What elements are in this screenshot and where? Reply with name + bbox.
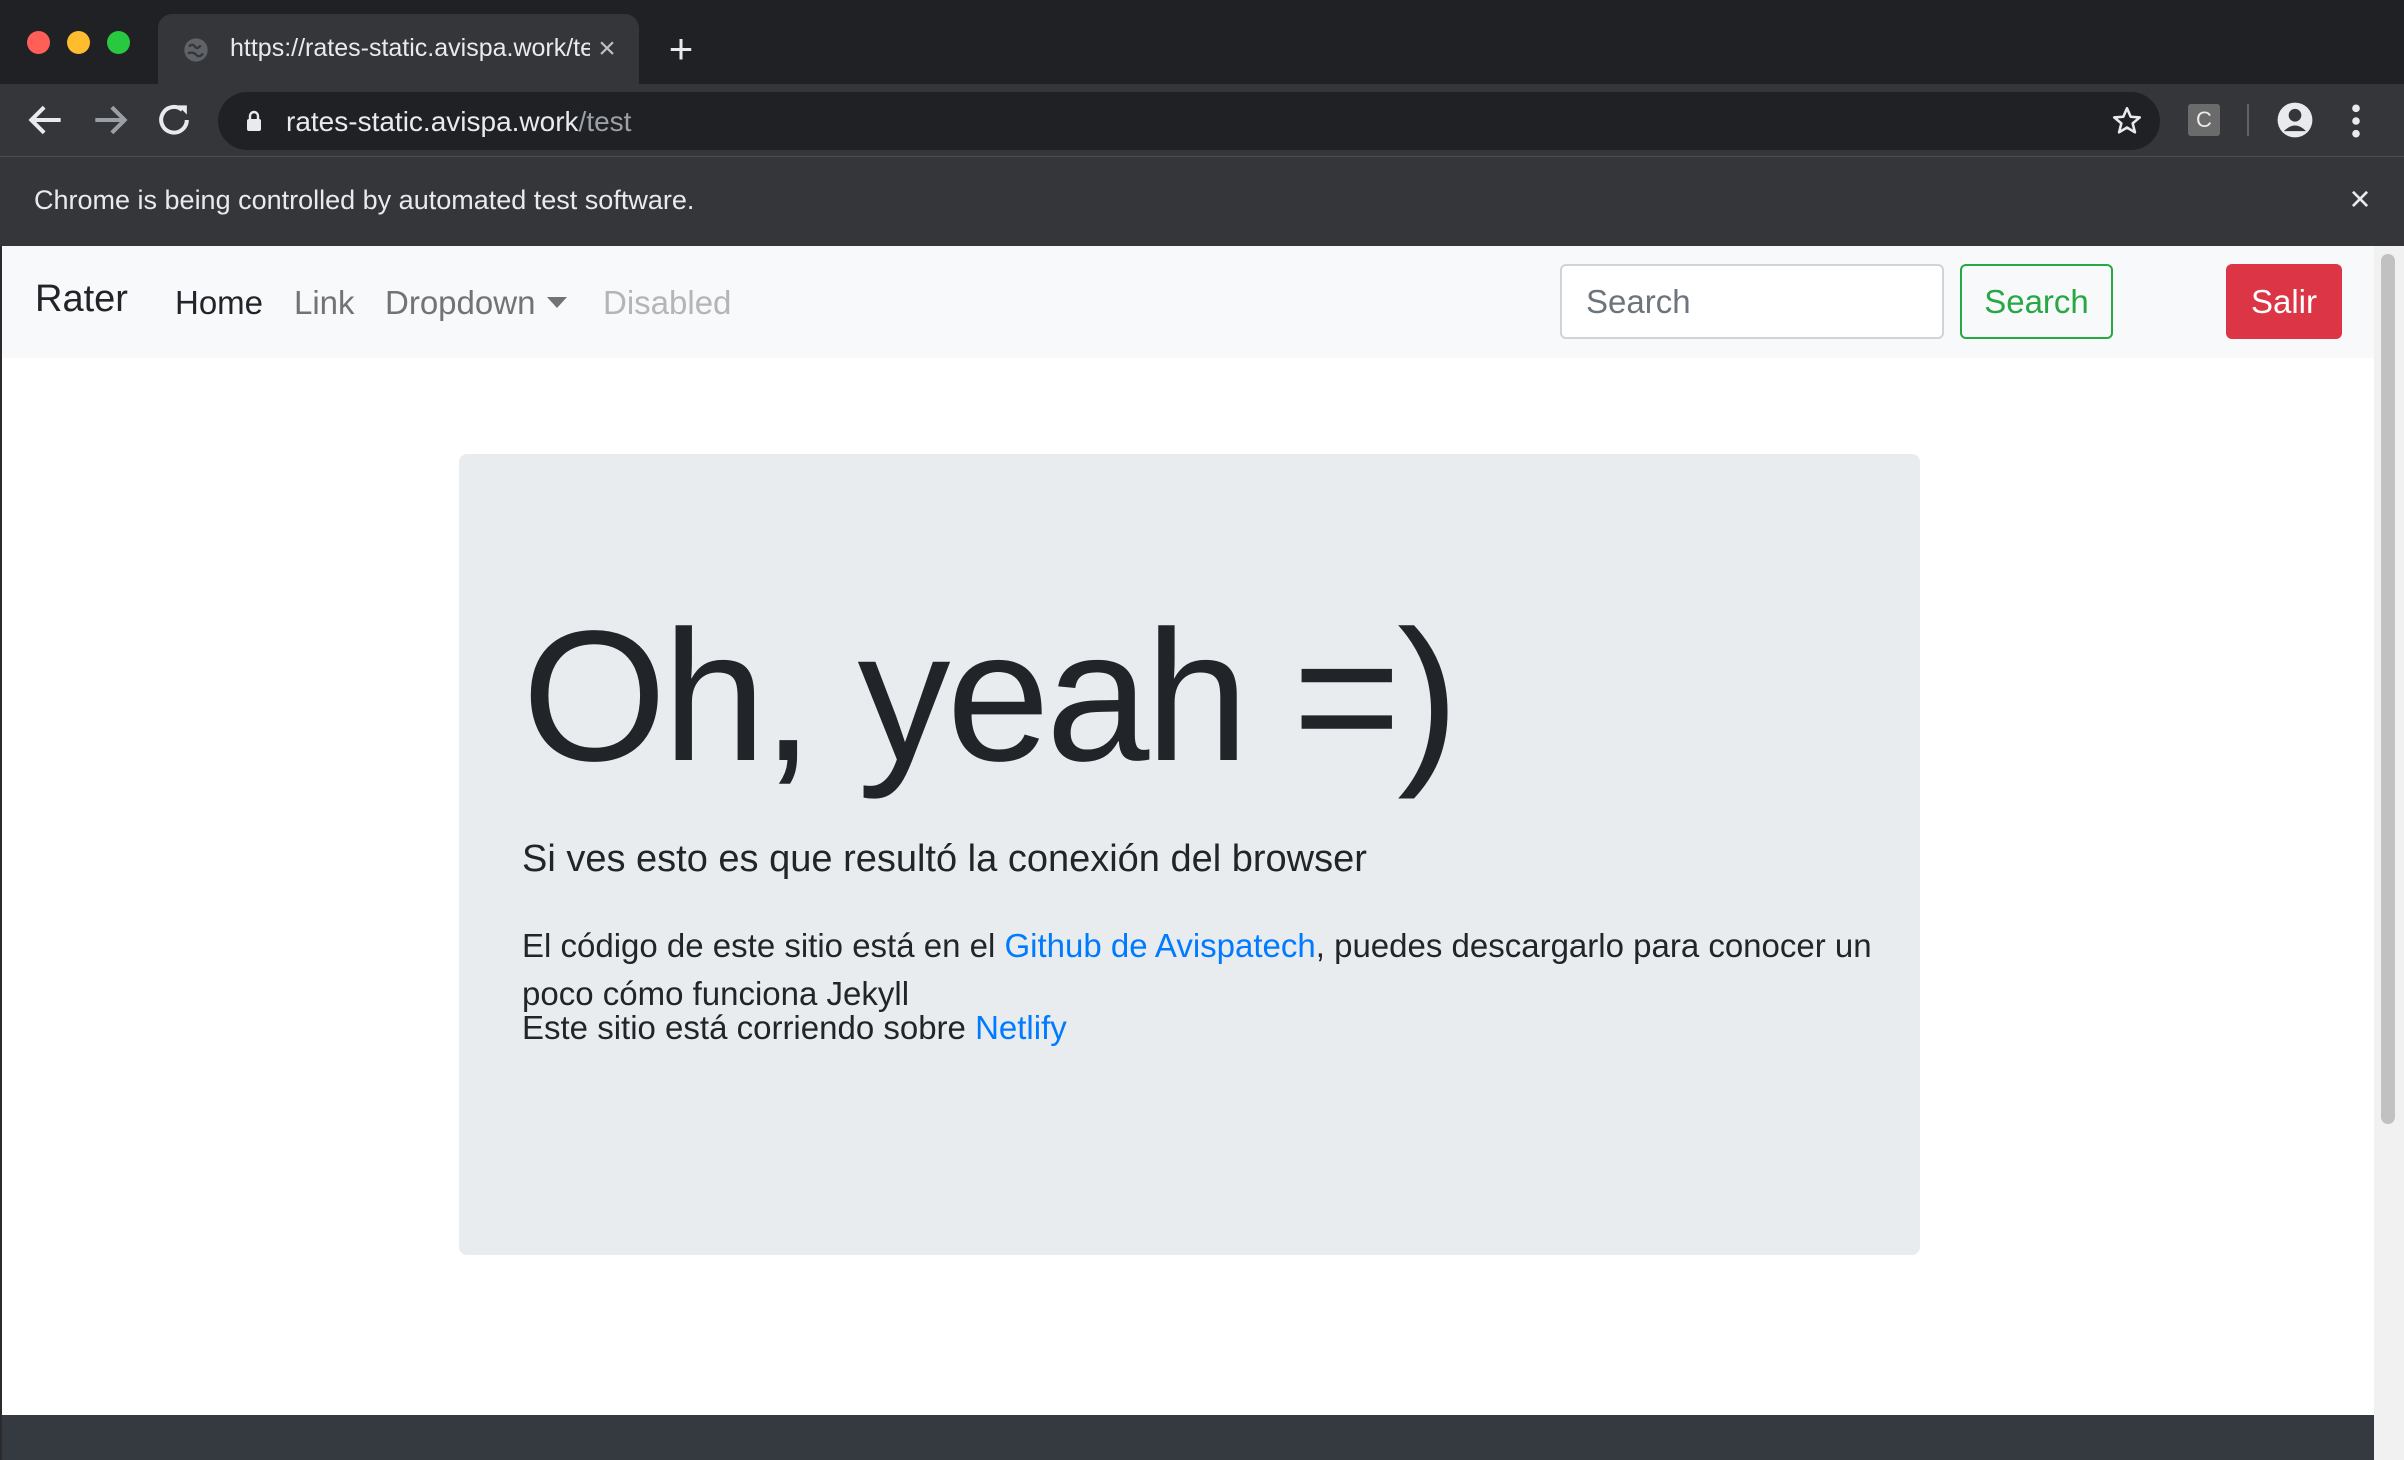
forward-icon[interactable] xyxy=(88,98,132,142)
infobar-close-icon[interactable]: × xyxy=(2340,179,2380,219)
infobar-text: Chrome is being controlled by automated … xyxy=(34,185,695,215)
search-button[interactable]: Search xyxy=(1960,264,2113,339)
nav-home-link[interactable]: Home xyxy=(175,284,263,322)
window-close-button[interactable] xyxy=(27,31,50,54)
hero-heading: Oh, yeah =) xyxy=(522,593,1459,800)
hero-lead: Si ves esto es que resultó la conexión d… xyxy=(522,838,1367,880)
browser-tab[interactable]: https://rates-static.avispa.work/test × xyxy=(158,14,639,84)
search-input[interactable] xyxy=(1560,264,1944,339)
tab-title: https://rates-static.avispa.work/test xyxy=(230,34,590,62)
netlify-paragraph: Este sitio está corriendo sobre Netlify xyxy=(522,1009,1067,1046)
reload-icon[interactable] xyxy=(152,98,196,142)
address-bar[interactable]: rates-static.avispa.work/test xyxy=(218,92,2160,150)
browser-tab-strip: https://rates-static.avispa.work/test × … xyxy=(0,0,2404,84)
scrollbar-thumb[interactable] xyxy=(2381,254,2395,1124)
window-maximize-button[interactable] xyxy=(107,31,130,54)
github-link[interactable]: Github de Avispatech xyxy=(1004,927,1315,964)
logout-button[interactable]: Salir xyxy=(2226,264,2342,339)
profile-icon[interactable] xyxy=(2276,101,2314,139)
caret-down-icon xyxy=(547,297,568,308)
lock-icon xyxy=(247,110,261,131)
nav-disabled-link: Disabled xyxy=(603,284,732,321)
toolbar-divider xyxy=(2247,104,2249,136)
menu-kebab-icon[interactable] xyxy=(2346,102,2366,140)
nav-dropdown-toggle[interactable]: Dropdown xyxy=(385,284,568,322)
new-tab-icon[interactable]: + xyxy=(660,28,702,70)
back-icon[interactable] xyxy=(24,98,68,142)
nav-dropdown-label: Dropdown xyxy=(385,284,536,321)
tab-close-icon[interactable]: × xyxy=(590,32,624,66)
bookmark-star-icon[interactable] xyxy=(2110,104,2144,138)
navbar-brand[interactable]: Rater xyxy=(35,278,128,321)
window-minimize-button[interactable] xyxy=(67,31,90,54)
url-text: rates-static.avispa.work/test xyxy=(286,106,632,137)
netlify-link[interactable]: Netlify xyxy=(975,1009,1067,1046)
automation-infobar: Chrome is being controlled by automated … xyxy=(0,156,2404,246)
navbar: Rater Home Link Dropdown Disabled Search… xyxy=(2,246,2374,358)
globe-icon xyxy=(184,38,208,62)
jumbotron: Oh, yeah =) Si ves esto es que resultó l… xyxy=(459,454,1920,1255)
page-viewport: Rater Home Link Dropdown Disabled Search… xyxy=(0,246,2374,1460)
page-footer xyxy=(2,1415,2374,1460)
extension-icon[interactable]: C xyxy=(2188,104,2220,136)
nav-link-link[interactable]: Link xyxy=(294,284,355,322)
browser-toolbar: rates-static.avispa.work/test xyxy=(0,84,2404,156)
